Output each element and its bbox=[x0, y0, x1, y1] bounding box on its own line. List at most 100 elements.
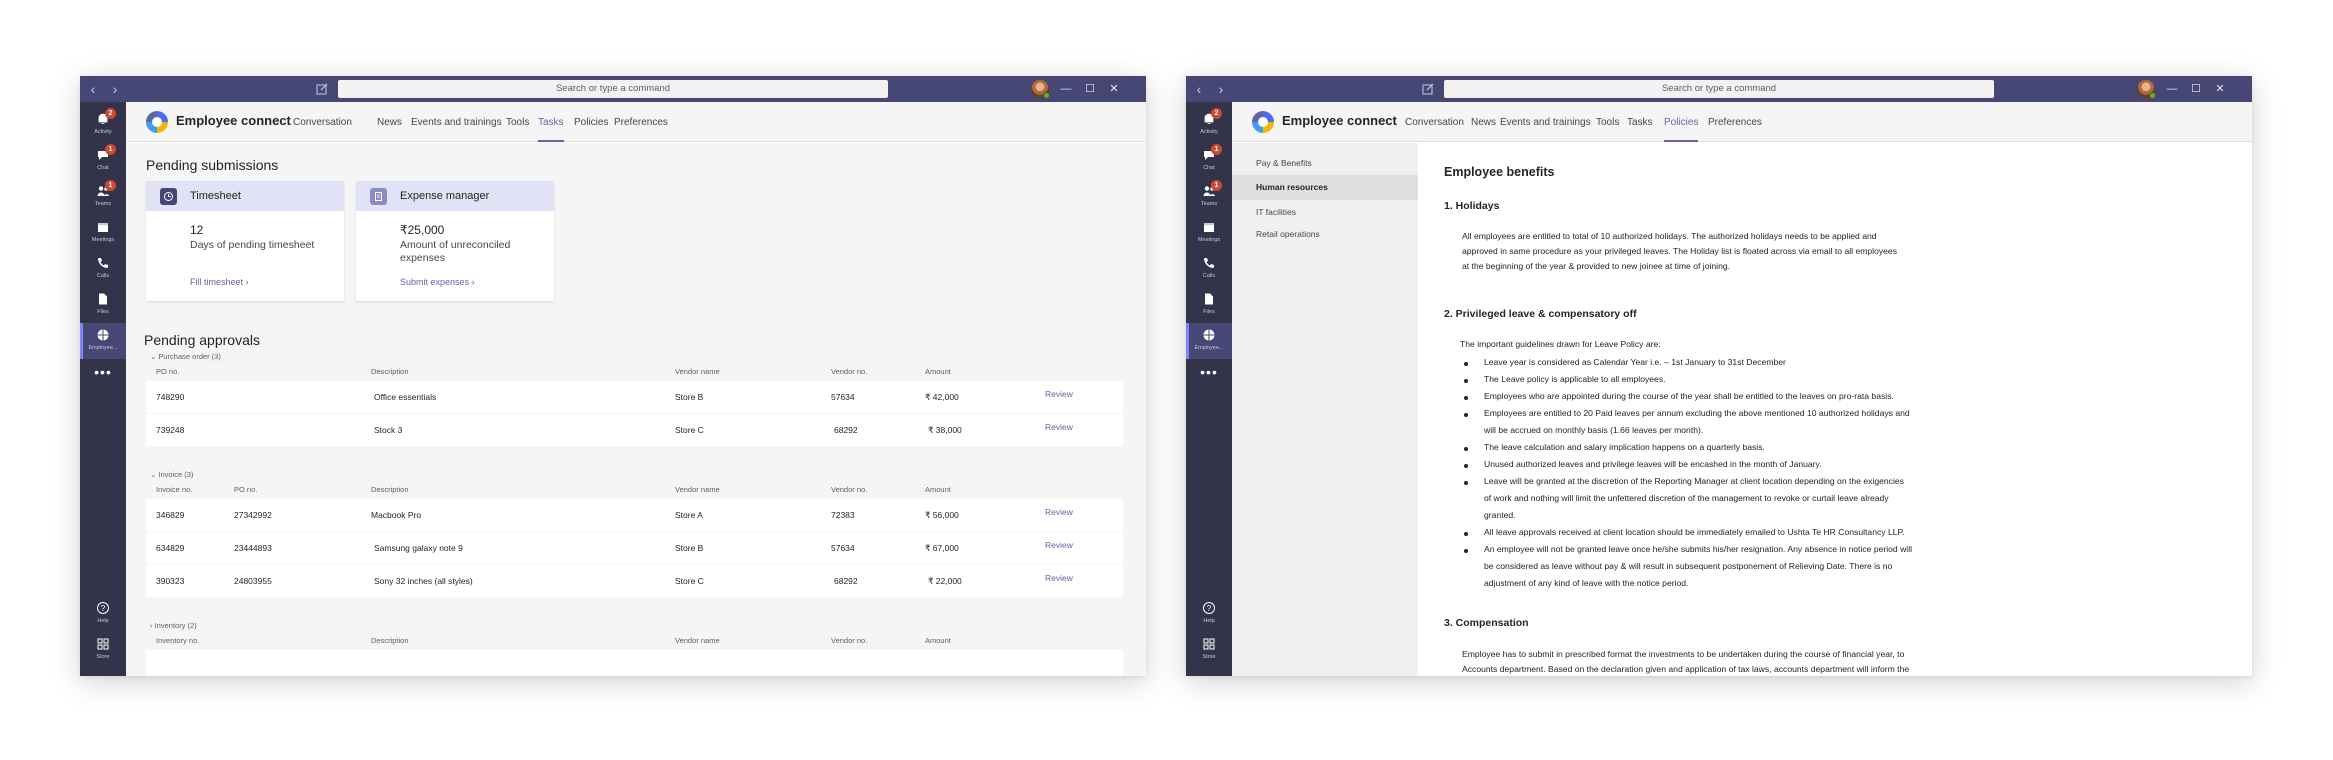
list-item-line: An employee will not be granted leave on… bbox=[1484, 544, 1913, 554]
rail-item-chat[interactable]: 1 Chat bbox=[1186, 143, 1232, 179]
review-button[interactable]: Review bbox=[1045, 507, 1073, 517]
tab-tasks[interactable]: Tasks bbox=[1627, 117, 1653, 128]
more-apps-icon[interactable]: ••• bbox=[1186, 364, 1232, 380]
rail-item-calls[interactable]: Calls bbox=[80, 251, 126, 287]
purchase-order-group-toggle[interactable]: ⌄ Purchase order (3) bbox=[150, 352, 221, 361]
file-icon bbox=[1202, 292, 1216, 306]
back-arrow-icon[interactable]: ‹ bbox=[86, 81, 100, 97]
tab-tools[interactable]: Tools bbox=[506, 117, 529, 128]
compose-icon[interactable] bbox=[1420, 81, 1436, 97]
notification-badge: 1 bbox=[105, 144, 116, 155]
minimize-icon[interactable]: — bbox=[2164, 81, 2180, 97]
tab-news[interactable]: News bbox=[1471, 117, 1496, 128]
command-search-bar[interactable]: Search or type a command bbox=[1444, 80, 1994, 98]
vendor-number: 72383 bbox=[831, 510, 855, 520]
back-arrow-icon[interactable]: ‹ bbox=[1192, 81, 1206, 97]
bullet-icon bbox=[1464, 413, 1468, 417]
column-header: Description bbox=[371, 367, 409, 376]
inventory-group-toggle[interactable]: › Inventory (2) bbox=[150, 621, 197, 630]
rail-item-files[interactable]: Files bbox=[80, 287, 126, 323]
rail-item-meetings[interactable]: Meetings bbox=[80, 215, 126, 251]
forward-arrow-icon[interactable]: › bbox=[108, 81, 122, 97]
paragraph-line: approved in same procedure as your privi… bbox=[1462, 246, 1897, 256]
review-button[interactable]: Review bbox=[1045, 540, 1073, 550]
rail-item-store[interactable]: Store bbox=[80, 632, 126, 668]
rail-label: Employee... bbox=[88, 345, 118, 351]
app-name: Employee connect bbox=[1282, 113, 1397, 128]
command-search-bar[interactable]: Search or type a command bbox=[338, 80, 888, 98]
more-apps-icon[interactable]: ••• bbox=[80, 364, 126, 380]
rail-label: Meetings bbox=[91, 237, 115, 243]
review-button[interactable]: Review bbox=[1045, 573, 1073, 583]
compose-icon[interactable] bbox=[314, 81, 330, 97]
teams-window-tasks: ‹ › Search or type a command — ☐ ✕ 2 Acti… bbox=[80, 76, 1146, 676]
user-avatar[interactable] bbox=[2137, 80, 2156, 99]
minimize-icon[interactable]: — bbox=[1058, 81, 1074, 97]
rail-label: Activity bbox=[1200, 129, 1218, 135]
maximize-icon[interactable]: ☐ bbox=[1082, 81, 1098, 97]
rail-item-activity[interactable]: 2 Activity bbox=[80, 107, 126, 143]
rail-item-meetings[interactable]: Meetings bbox=[1186, 215, 1232, 251]
rail-label: Teams bbox=[1200, 201, 1218, 207]
rail-label: Help bbox=[97, 618, 109, 624]
tab-events-and-trainings[interactable]: Events and trainings bbox=[411, 117, 502, 128]
bullet-icon bbox=[1464, 447, 1468, 451]
rail-item-teams[interactable]: 1 Teams bbox=[1186, 179, 1232, 215]
bullet-icon bbox=[1464, 379, 1468, 383]
help-icon: ? bbox=[1202, 601, 1216, 615]
paragraph-line: All employees are entitled to total of 1… bbox=[1462, 231, 1877, 241]
sidenav-item-retail-operations[interactable]: Retail operations bbox=[1232, 222, 1418, 247]
user-avatar[interactable] bbox=[1031, 80, 1050, 99]
table-row[interactable]: 390323 24803955 Sony 32 inches (all styl… bbox=[146, 565, 1123, 597]
table-row[interactable]: 748290 Office essentials Store B 57634 ₹… bbox=[146, 381, 1123, 413]
table-row[interactable]: 634829 23444893 Samsung galaxy note 9 St… bbox=[146, 532, 1123, 564]
maximize-icon[interactable]: ☐ bbox=[2188, 81, 2204, 97]
rail-item-help[interactable]: ? Help bbox=[1186, 596, 1232, 632]
vendor-name: Store B bbox=[675, 392, 704, 402]
table-row[interactable] bbox=[146, 650, 1123, 676]
invoice-group-toggle[interactable]: ⌄ Invoice (3) bbox=[150, 470, 193, 479]
rail-label: Chat bbox=[1203, 165, 1215, 171]
tab-conversation[interactable]: Conversation bbox=[1405, 117, 1464, 128]
list-item-line: Leave year is considered as Calendar Yea… bbox=[1484, 357, 1786, 367]
rail-item-activity[interactable]: 2 Activity bbox=[1186, 107, 1232, 143]
table-row[interactable]: 739248 Stock 3 Store C 68292 ₹ 38,000 Re… bbox=[146, 414, 1123, 446]
tab-policies[interactable]: Policies bbox=[574, 117, 608, 128]
tab-preferences[interactable]: Preferences bbox=[1708, 117, 1762, 128]
tab-conversation[interactable]: Conversation bbox=[293, 117, 352, 128]
forward-arrow-icon[interactable]: › bbox=[1214, 81, 1228, 97]
rail-item-employee[interactable]: Employee... bbox=[80, 323, 126, 359]
sidenav-item-human-resources[interactable]: Human resources bbox=[1232, 175, 1418, 200]
rail-item-files[interactable]: Files bbox=[1186, 287, 1232, 323]
close-icon[interactable]: ✕ bbox=[1106, 81, 1122, 97]
rail-item-chat[interactable]: 1 Chat bbox=[80, 143, 126, 179]
policy-sidenav: Pay & Benefits Human resources IT facili… bbox=[1232, 143, 1418, 676]
title-bar: ‹ › Search or type a command — ☐ ✕ bbox=[1186, 76, 2252, 102]
close-icon[interactable]: ✕ bbox=[2212, 81, 2228, 97]
list-item-line: granted. bbox=[1484, 510, 1516, 520]
review-button[interactable]: Review bbox=[1045, 389, 1073, 399]
invoice-number: 634829 bbox=[156, 543, 185, 553]
rail-label: Teams bbox=[94, 201, 112, 207]
tab-policies[interactable]: Policies bbox=[1664, 117, 1699, 142]
rail-item-employee[interactable]: Employee... bbox=[1186, 323, 1232, 359]
rail-label: Chat bbox=[97, 165, 109, 171]
rail-item-store[interactable]: Store bbox=[1186, 632, 1232, 668]
tab-tools[interactable]: Tools bbox=[1596, 117, 1619, 128]
review-button[interactable]: Review bbox=[1045, 422, 1073, 432]
tab-events-and-trainings[interactable]: Events and trainings bbox=[1500, 117, 1591, 128]
column-header: Vendor no. bbox=[831, 367, 868, 376]
rail-item-help[interactable]: ? Help bbox=[80, 596, 126, 632]
help-icon: ? bbox=[96, 601, 110, 615]
rail-item-calls[interactable]: Calls bbox=[1186, 251, 1232, 287]
sidenav-item-pay-benefits[interactable]: Pay & Benefits bbox=[1232, 151, 1418, 176]
title-bar: ‹ › Search or type a command — ☐ ✕ bbox=[80, 76, 1146, 102]
tab-news[interactable]: News bbox=[377, 117, 402, 128]
tab-tasks[interactable]: Tasks bbox=[538, 117, 564, 142]
rail-label: Files bbox=[1203, 309, 1215, 315]
tab-preferences[interactable]: Preferences bbox=[614, 117, 668, 128]
column-header: Vendor no. bbox=[831, 485, 868, 494]
table-row[interactable]: 346829 27342992 Macbook Pro Store A 7238… bbox=[146, 499, 1123, 531]
list-item-line: Unused authorized leaves and privilege l… bbox=[1484, 459, 1822, 469]
rail-item-teams[interactable]: 1 Teams bbox=[80, 179, 126, 215]
